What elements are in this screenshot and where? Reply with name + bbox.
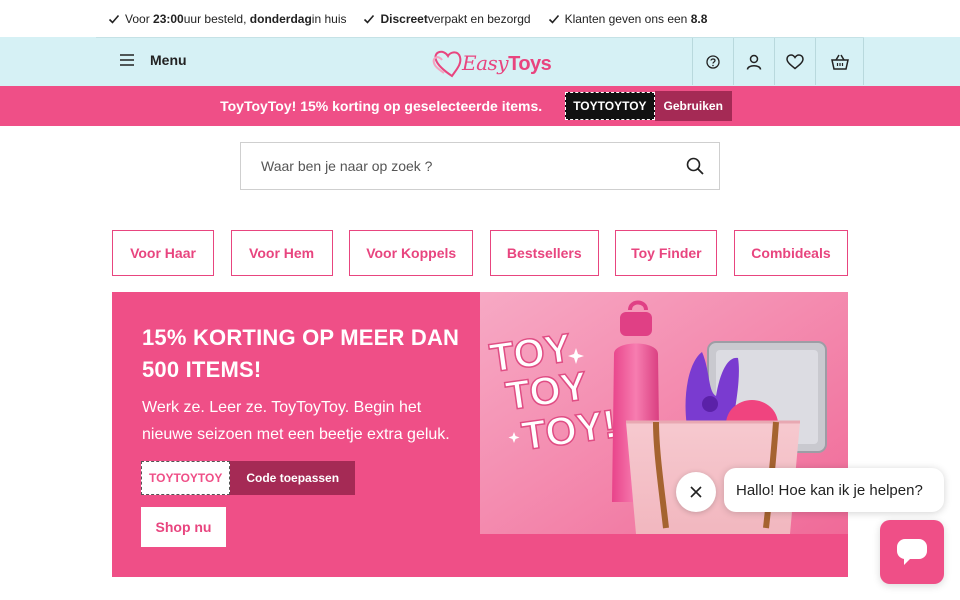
search-input[interactable] <box>241 144 671 188</box>
header-bg <box>0 37 96 86</box>
category-combideals[interactable]: Combideals <box>733 230 848 276</box>
wishlist-heart-icon <box>786 53 804 69</box>
menu-button[interactable]: Menu <box>120 52 187 68</box>
usp-bold: 23:00 <box>153 11 184 26</box>
promo-bar: ToyToyToy! 15% korting op geselecteerde … <box>0 86 960 126</box>
usp-text: verpakt en bezorgd <box>427 11 531 26</box>
hero-code-row: TOYTOYTOY Code toepassen <box>141 461 356 495</box>
check-icon <box>364 14 375 24</box>
promo-apply-button[interactable]: Gebruiken <box>654 91 732 121</box>
cart-basket-icon <box>830 54 849 70</box>
chat-greeting[interactable]: Hallo! Hoe kan ik je helpen? <box>724 468 944 512</box>
usp-discreet: Discreet verpakt en bezorgd <box>363 11 531 26</box>
chat-launcher-button[interactable] <box>880 520 944 584</box>
category-voor-haar[interactable]: Voor Haar <box>112 230 214 276</box>
search-box <box>240 142 720 190</box>
header-icons <box>692 38 864 85</box>
logo-text: EasyToys <box>462 51 552 76</box>
usp-bar: Voor 23:00 uur besteld, donderdag in hui… <box>0 0 960 37</box>
usp-text: Klanten geven ons een <box>564 11 688 26</box>
shop-now-button[interactable]: Shop nu <box>141 507 226 547</box>
category-bestsellers[interactable]: Bestsellers <box>489 230 599 276</box>
account-button[interactable] <box>733 38 774 85</box>
wishlist-button[interactable] <box>774 38 815 85</box>
hero-apply-button[interactable]: Code toepassen <box>230 461 356 495</box>
category-voor-hem[interactable]: Voor Hem <box>230 230 333 276</box>
usp-bold: donderdag <box>249 11 312 26</box>
usp-text: uur besteld, <box>183 11 247 26</box>
search-button[interactable] <box>671 143 719 189</box>
usp-bold: Discreet <box>380 11 428 26</box>
hamburger-icon <box>120 54 134 66</box>
promo-code[interactable]: TOYTOYTOY <box>565 92 655 120</box>
category-buttons: Voor Haar Voor Hem Voor Koppels Bestsell… <box>112 230 848 276</box>
site-logo[interactable]: EasyToys <box>430 46 552 80</box>
usp-bold: 8.8 <box>690 11 708 26</box>
category-voor-koppels[interactable]: Voor Koppels <box>349 230 474 276</box>
logo-word-easy: Easy <box>462 51 509 75</box>
promo-text: ToyToyToy! 15% korting op geselecteerde … <box>220 98 543 114</box>
usp-text: Voor <box>125 11 150 26</box>
help-icon <box>706 54 720 69</box>
usp-rating: Klanten geven ons een 8.8 <box>548 11 708 26</box>
header-bg <box>864 37 960 86</box>
chat-icon <box>897 539 927 565</box>
check-icon <box>108 14 120 24</box>
hero-promo-code[interactable]: TOYTOYTOY <box>141 461 231 495</box>
hero-banner: 15% KORTING OP MEER DAN 500 ITEMS! Werk … <box>112 292 848 577</box>
usp-text: in huis <box>311 11 347 26</box>
account-icon <box>746 54 762 70</box>
hero-title: 15% KORTING OP MEER DAN 500 ITEMS! <box>142 325 460 382</box>
search-icon <box>686 157 704 175</box>
cart-button[interactable] <box>815 38 864 85</box>
check-icon <box>548 14 559 24</box>
help-button[interactable] <box>692 38 733 85</box>
usp-delivery: Voor 23:00 uur besteld, donderdag in hui… <box>108 12 346 26</box>
chat-close-button[interactable] <box>676 472 716 512</box>
site-header: Menu EasyToys <box>96 37 864 86</box>
logo-word-toys: Toys <box>508 53 552 75</box>
hero-subtitle: Werk ze. Leer ze. ToyToyToy. Begin het n… <box>142 399 450 443</box>
menu-label: Menu <box>150 52 187 68</box>
close-icon <box>690 486 702 498</box>
category-toy-finder[interactable]: Toy Finder <box>615 230 718 276</box>
